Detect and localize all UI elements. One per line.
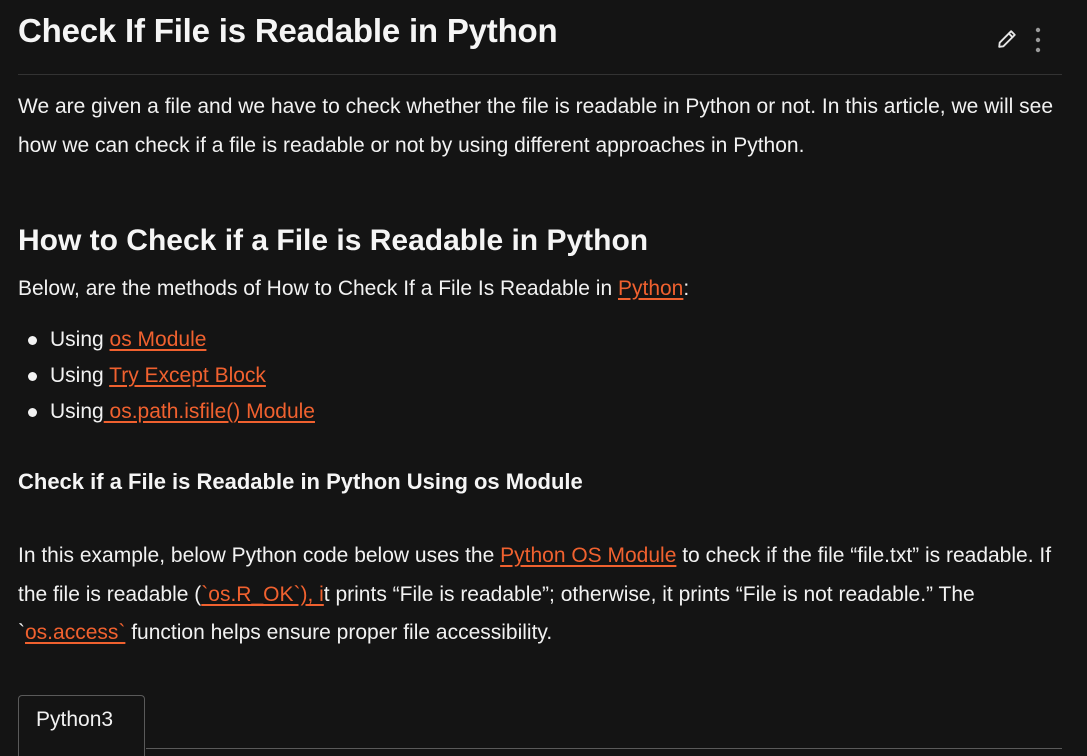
intro-paragraph: We are given a file and we have to check… [18, 95, 1053, 157]
article: Check If File is Readable in Python We a… [18, 0, 1062, 756]
os-r-ok-link[interactable]: `os.R_OK`), i [201, 583, 324, 606]
python-link[interactable]: Python [618, 277, 683, 300]
example-paragraph: In this example, below Python code below… [18, 537, 1062, 653]
article-header: Check If File is Readable in Python [18, 0, 1062, 75]
method-prefix: Using [50, 364, 110, 387]
page-title: Check If File is Readable in Python [18, 12, 558, 49]
bullet-icon [28, 372, 37, 381]
method-prefix: Using [50, 328, 110, 351]
tab-python3[interactable]: Python3 [18, 695, 145, 756]
example-text-1: In this example, below Python code below… [18, 544, 501, 567]
pencil-icon[interactable] [996, 28, 1018, 50]
example-text-4: function helps ensure proper file access… [125, 621, 553, 644]
python-os-module-link[interactable]: Python OS Module [500, 544, 676, 567]
os-path-isfile-link[interactable]: os.path.isfile() Module [104, 400, 315, 423]
bullet-icon [28, 336, 37, 345]
os-access-link[interactable]: os.access` [25, 621, 125, 644]
list-item: Using os.path.isfile() Module [18, 394, 315, 430]
method-prefix: Using [50, 400, 104, 423]
list-item: Using os Module [18, 322, 315, 358]
methods-list: Using os Module Using Try Except Block U… [18, 322, 315, 430]
subheading: Check if a File is Readable in Python Us… [18, 469, 583, 494]
vertical-dots-icon[interactable] [1030, 26, 1046, 54]
methods-intro-colon: : [683, 277, 690, 300]
bullet-icon [28, 408, 37, 417]
try-except-block-link[interactable]: Try Except Block [109, 364, 266, 387]
section-heading: How to Check if a File is Readable in Py… [18, 224, 649, 257]
tab-bar-divider [146, 748, 1062, 749]
list-item: Using Try Except Block [18, 358, 315, 394]
methods-intro: Below, are the methods of How to Check I… [18, 270, 1062, 309]
os-module-link[interactable]: os Module [110, 328, 207, 351]
methods-intro-text: Below, are the methods of How to Check I… [18, 277, 618, 300]
